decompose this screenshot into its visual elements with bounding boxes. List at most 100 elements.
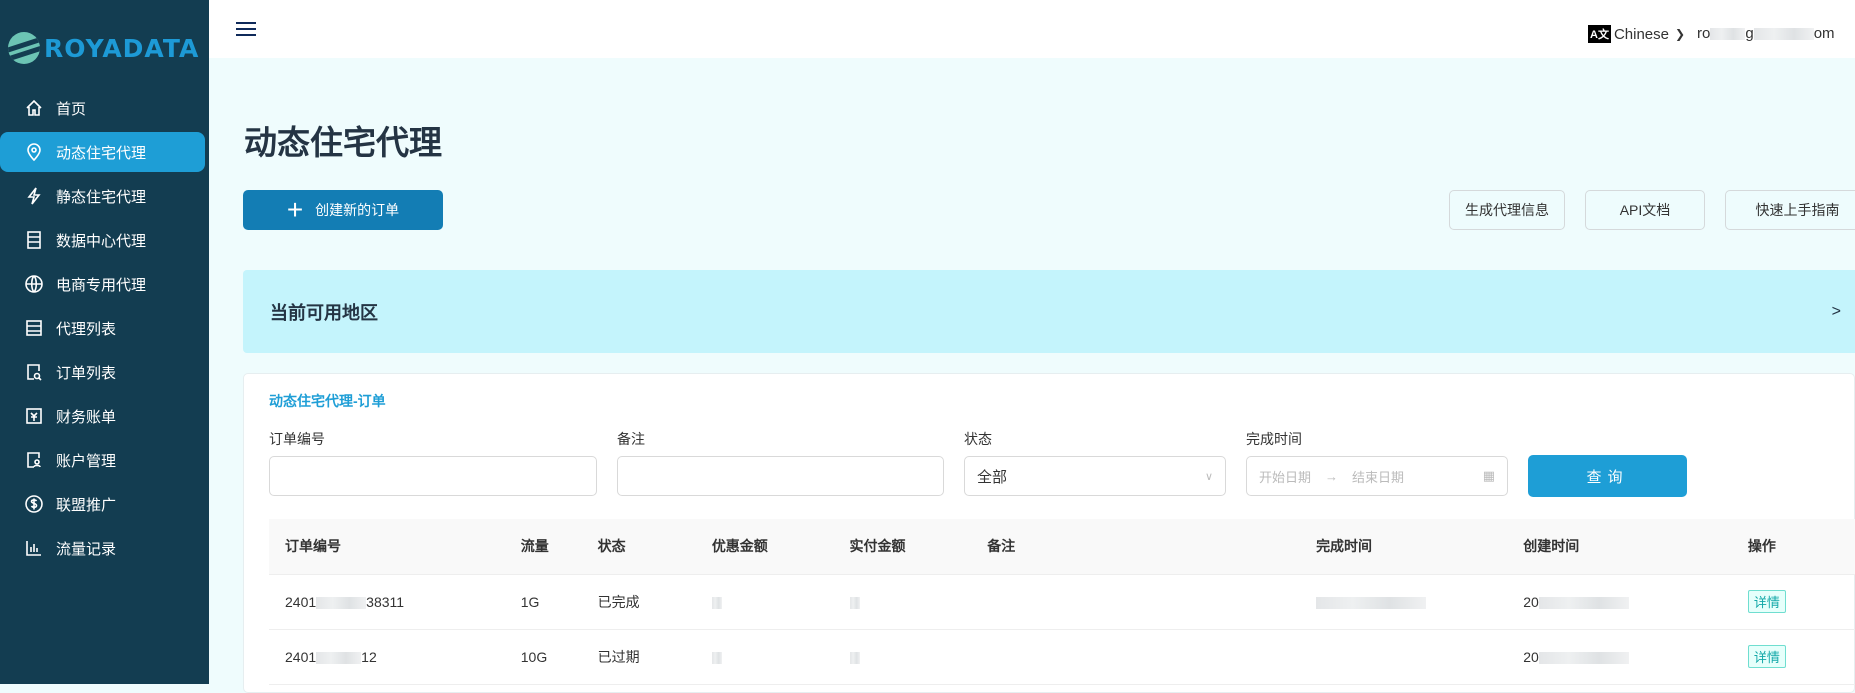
traffic: 10G [504,629,582,685]
status: 已完成 [581,574,696,630]
column-header: 优惠金额 [695,519,834,575]
action: 详情 [1731,629,1855,685]
column-header: 订单编号 [269,519,505,575]
completed-time [1300,629,1508,685]
start-date[interactable]: 开始日期 [1259,467,1311,486]
discount [695,629,834,685]
redacted [1538,596,1629,609]
redacted [711,596,722,609]
chevron-down-icon: ❯ [1675,27,1686,41]
sidebar: ROYADATA 首页动态住宅代理 静态住宅代理数据中心代理电商专用代理 代理列表订… [0,0,209,684]
sidebar-item-label: 首页 [56,100,87,118]
redacted [711,651,722,664]
bill-icon [26,408,42,424]
sidebar-item[interactable]: 账户管理 [0,440,205,480]
chevron-right-icon: > [1831,302,1841,320]
order-no: 2401 12 [269,629,505,685]
end-date[interactable]: 结束日期 [1352,467,1404,486]
redacted [1538,651,1629,664]
arrow-right-icon: → [1325,468,1339,484]
api-docs-button[interactable]: API文档 [1585,190,1705,230]
redacted [1316,596,1427,609]
redacted [316,596,367,609]
time-label: 完成时间 [1246,431,1302,447]
sidebar-item[interactable]: 静态住宅代理 [0,176,205,216]
sidebar-item-label: 电商专用代理 [56,276,147,294]
remark-label: 备注 [617,431,645,447]
column-header: 完成时间 [1300,519,1508,575]
language-selector[interactable]: A文 Chinese ❯ [1588,25,1685,43]
date-range-picker[interactable]: 开始日期 → 结束日期 ▦ [1246,456,1508,496]
sidebar-item-label: 财务账单 [56,408,117,426]
remark [971,629,1301,685]
brand-name: ROYADATA [44,33,200,63]
quick-start-button[interactable]: 快速上手指南 [1725,190,1855,230]
sidebar-item-label: 代理列表 [56,320,117,338]
available-regions-panel[interactable]: 当前可用地区 > [243,270,1855,353]
order-no-suffix: 38311 [366,593,405,610]
sidebar-item[interactable]: 联盟推广 [0,484,205,524]
action: 详情 [1731,574,1855,630]
dollar-icon [25,495,43,513]
email-part: ro [1697,25,1711,42]
order-no-prefix: 2401 [285,648,317,665]
query-button[interactable]: 查询 [1528,455,1687,497]
translate-icon: A文 [1588,25,1611,43]
remark-input[interactable] [617,456,944,496]
plus-icon: + [286,194,304,225]
status: 已过期 [581,629,696,685]
column-header: 流量 [504,519,582,575]
sidebar-item-label: 静态住宅代理 [56,188,147,206]
sidebar-item[interactable]: 订单列表 [0,352,205,392]
menu-toggle-icon[interactable] [236,22,256,36]
paid [833,629,972,685]
sidebar-item[interactable]: 数据中心代理 [0,220,205,260]
orders-card: 动态住宅代理-订单 订单编号 备注 状态 全部 ∨ 完成时间 开始日期 → 结束日期 ▦… [243,373,1855,693]
order-no-input[interactable] [269,456,597,496]
remark [971,574,1301,630]
created-prefix: 20 [1523,648,1539,665]
column-header: 备注 [971,519,1301,575]
redacted [316,651,362,664]
sidebar-item[interactable]: 财务账单 [0,396,205,436]
page-title: 动态住宅代理 [244,124,442,161]
sidebar-item[interactable]: 流量记录 [0,528,205,568]
sidebar-item[interactable]: 首页 [0,88,205,128]
sidebar-item-label: 动态住宅代理 [56,144,147,162]
user-email[interactable]: ro g om [1697,25,1835,42]
status-select[interactable]: 全部 ∨ [964,456,1226,496]
account-icon [27,452,41,468]
logo[interactable]: ROYADATA [8,32,199,64]
sidebar-item[interactable]: 代理列表 [0,308,205,348]
chevron-down-icon: ∨ [1204,470,1213,483]
calendar-icon: ▦ [1482,468,1495,483]
sidebar-nav: 首页动态住宅代理 静态住宅代理数据中心代理电商专用代理 代理列表订单列表财务账单账户… [0,88,209,572]
sidebar-item[interactable]: 动态住宅代理 [0,132,205,172]
sidebar-item-label: 订单列表 [56,364,117,382]
list-icon [26,320,42,336]
redacted [1753,28,1814,41]
region-title: 当前可用地区 [270,302,378,323]
language-label: Chinese [1613,25,1669,43]
status-value: 全部 [977,468,1008,486]
sidebar-item[interactable]: 电商专用代理 [0,264,205,304]
column-header: 状态 [581,519,696,575]
email-part: om [1813,25,1835,42]
lightning-icon [27,187,41,205]
email-part: g [1745,25,1754,42]
sidebar-item-label: 联盟推广 [56,496,117,514]
create-order-button[interactable]: + 创建新的订单 [243,190,443,230]
order-no-prefix: 2401 [285,593,317,610]
server-icon [27,231,41,249]
details-button[interactable]: 详情 [1747,590,1786,613]
created-time: 20 [1507,574,1732,630]
home-icon [26,99,42,116]
generate-proxy-button[interactable]: 生成代理信息 [1449,190,1565,230]
orders-title: 动态住宅代理-订单 [269,393,386,409]
table-row: 2401 38311 1G 已完成 20 详情 [269,574,1855,630]
sidebar-item-label: 账户管理 [56,452,117,470]
order-no: 2401 38311 [269,574,505,630]
order-no-label: 订单编号 [269,431,325,447]
top-header: A文 Chinese ❯ ro g om [209,0,1855,58]
details-button[interactable]: 详情 [1747,645,1786,668]
